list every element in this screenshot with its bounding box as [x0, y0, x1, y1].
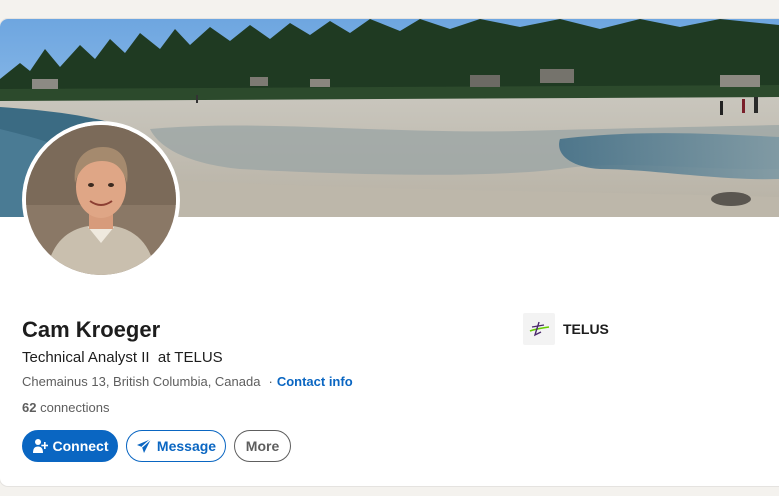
- profile-location: Chemainus 13, British Columbia, Canada: [22, 374, 261, 389]
- profile-name: Cam Kroeger: [22, 317, 161, 342]
- avatar[interactable]: [26, 125, 176, 275]
- profile-photo-frame[interactable]: [22, 121, 180, 279]
- message-label: Message: [156, 438, 217, 454]
- current-company[interactable]: TELUS: [523, 313, 609, 345]
- company-name: TELUS: [563, 321, 609, 337]
- send-icon: [136, 438, 152, 454]
- message-button[interactable]: Message: [126, 430, 226, 462]
- add-person-icon: [32, 438, 48, 454]
- connect-button[interactable]: Connect: [22, 430, 118, 462]
- more-button[interactable]: More: [234, 430, 291, 462]
- connections-number: 62: [22, 400, 37, 415]
- connections-label: connections: [40, 400, 110, 415]
- location-separator: ·: [268, 374, 273, 389]
- contact-info-link[interactable]: Contact info: [277, 374, 353, 389]
- profile-actions: Connect Message More: [22, 430, 291, 462]
- telus-logo-icon: [523, 313, 555, 345]
- connections-count[interactable]: 62 connections: [22, 400, 109, 415]
- location-row: Chemainus 13, British Columbia, Canada · C…: [22, 374, 353, 389]
- more-label: More: [245, 438, 280, 454]
- connect-label: Connect: [52, 438, 109, 454]
- profile-headline: Technical Analyst II at TELUS: [22, 349, 223, 366]
- profile-card: Cam Kroeger Technical Analyst II at TELU…: [0, 19, 779, 486]
